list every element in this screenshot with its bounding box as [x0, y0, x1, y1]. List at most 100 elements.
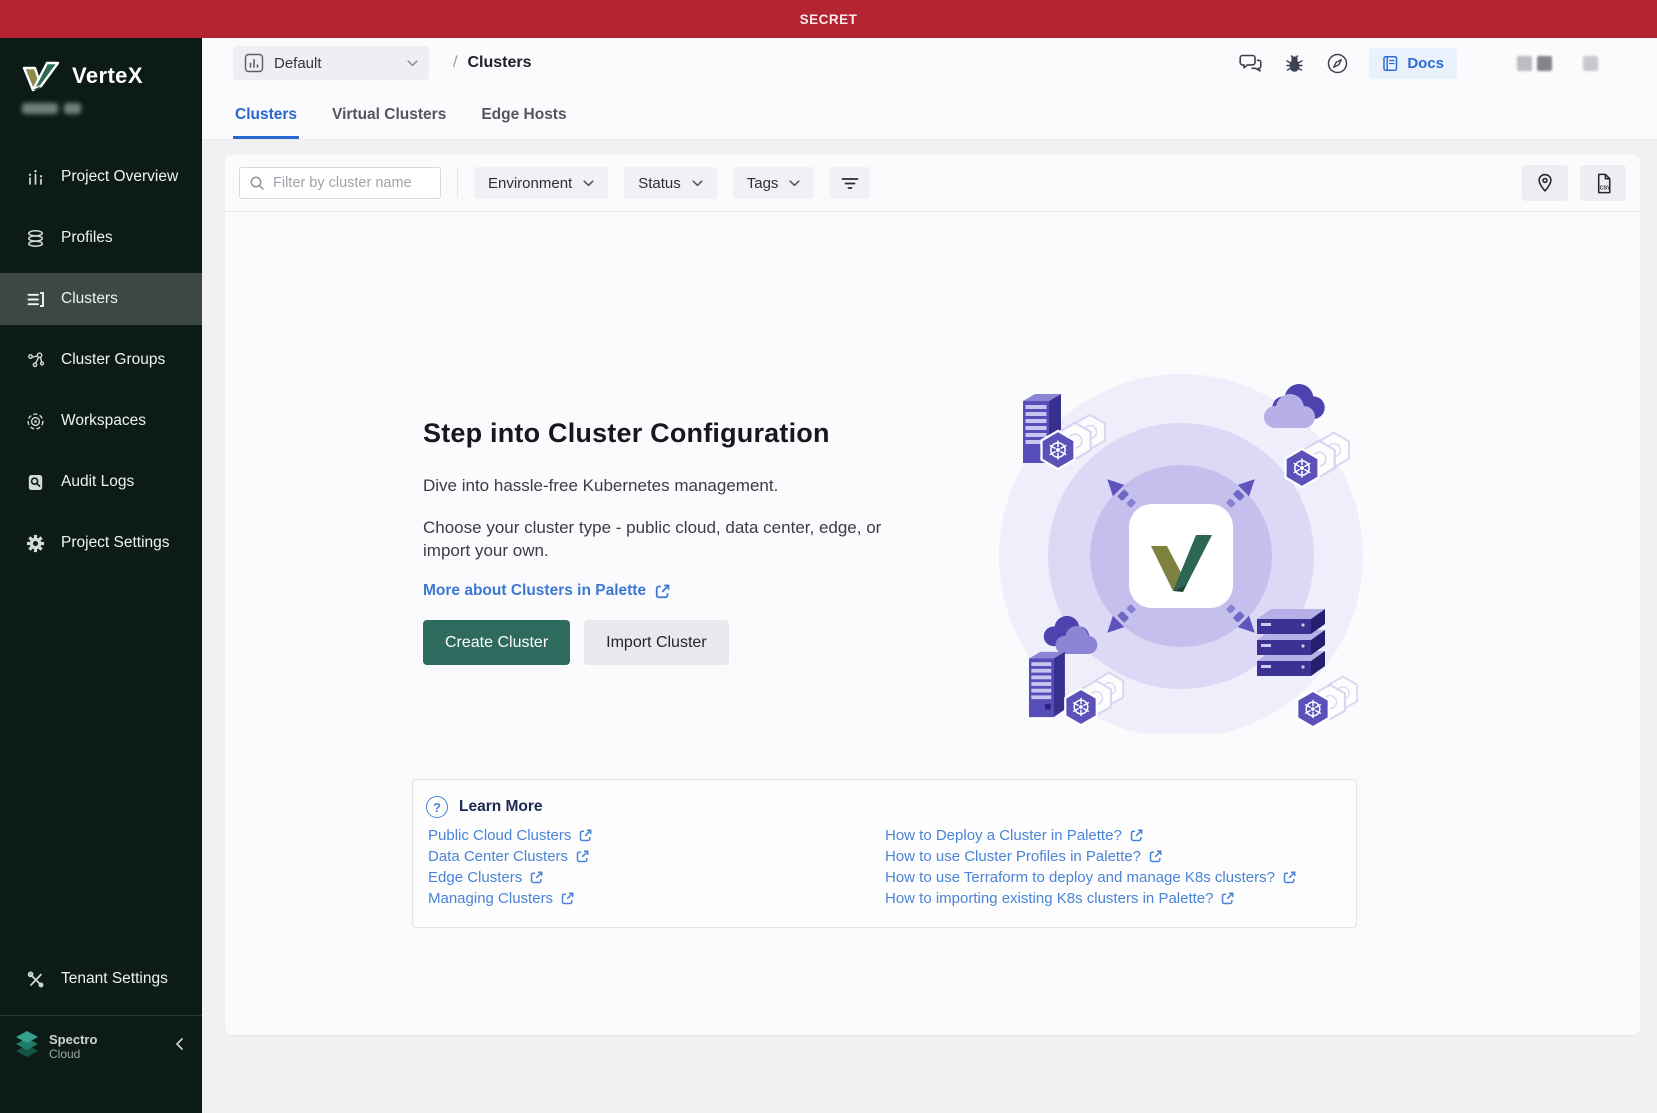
collapse-sidebar-icon[interactable]: [174, 1037, 184, 1051]
content-area: Environment Status Tags: [202, 140, 1657, 1113]
server-stack: [1257, 609, 1325, 676]
sidebar-item-label: Project Settings: [61, 534, 170, 552]
link-how-to-import-clusters[interactable]: How to importing existing K8s clusters i…: [885, 888, 1296, 909]
link-how-to-use-terraform[interactable]: How to use Terraform to deploy and manag…: [885, 867, 1296, 888]
classification-banner: SECRET: [0, 0, 1657, 38]
divider: [457, 168, 458, 198]
link-how-to-deploy-cluster[interactable]: How to Deploy a Cluster in Palette?: [885, 825, 1296, 846]
learn-more-title: Learn More: [459, 798, 543, 816]
top-header: Default / Clusters: [202, 38, 1657, 88]
environment-filter-dropdown[interactable]: Environment: [474, 167, 608, 199]
external-link-icon: [576, 850, 589, 863]
tools-icon: [26, 970, 45, 989]
clusters-panel: Environment Status Tags: [225, 155, 1640, 1035]
create-cluster-button[interactable]: Create Cluster: [423, 620, 570, 665]
tab-clusters[interactable]: Clusters: [233, 106, 299, 139]
more-filters-button[interactable]: [830, 167, 870, 199]
csv-file-icon: CSV: [1592, 172, 1615, 195]
tab-virtual-clusters[interactable]: Virtual Clusters: [330, 106, 448, 139]
redacted-version-badge: [22, 103, 202, 114]
link-managing-clusters[interactable]: Managing Clusters: [428, 888, 885, 909]
redacted-control: [1517, 56, 1532, 71]
sidebar-nav: Project Overview Profiles Clusters: [0, 151, 202, 578]
filter-bar: Environment Status Tags: [225, 155, 1640, 212]
cluster-illustration: [933, 353, 1373, 733]
sidebar-footer: Spectro Cloud: [0, 1015, 202, 1113]
sidebar-item-label: Project Overview: [61, 168, 178, 186]
external-link-icon: [1283, 871, 1296, 884]
link-public-cloud-clusters[interactable]: Public Cloud Clusters: [428, 825, 885, 846]
tags-filter-label: Tags: [747, 175, 779, 192]
redacted-controls: [1517, 56, 1598, 71]
breadcrumb-current: Clusters: [467, 54, 531, 72]
cluster-search[interactable]: [239, 167, 441, 199]
bug-report-icon[interactable]: [1283, 52, 1306, 75]
environment-filter-label: Environment: [488, 175, 572, 192]
cluster-tabs: Clusters Virtual Clusters Edge Hosts: [202, 88, 1657, 140]
sidebar-item-label: Clusters: [61, 290, 118, 308]
orbit-icon: [26, 412, 45, 431]
clusters-icon: [26, 290, 45, 309]
filter-lines-icon: [840, 173, 860, 193]
more-about-clusters-label: More about Clusters in Palette: [423, 582, 646, 600]
map-pin-icon: [1534, 172, 1556, 194]
external-link-icon: [655, 584, 670, 599]
sidebar-item-label: Tenant Settings: [61, 970, 168, 988]
classification-label: SECRET: [800, 12, 858, 27]
import-cluster-button[interactable]: Import Cluster: [584, 620, 728, 665]
link-edge-clusters[interactable]: Edge Clusters: [428, 867, 885, 888]
redacted-control: [1537, 56, 1552, 71]
docs-button[interactable]: Docs: [1369, 48, 1457, 79]
external-link-icon: [530, 871, 543, 884]
feedback-chat-icon[interactable]: [1238, 52, 1263, 75]
cluster-search-input[interactable]: [273, 175, 431, 191]
main-area: Default / Clusters: [202, 38, 1657, 1113]
sidebar-item-cluster-groups[interactable]: Cluster Groups: [0, 334, 202, 386]
link-how-to-use-cluster-profiles[interactable]: How to use Cluster Profiles in Palette?: [885, 846, 1296, 867]
footer-brand-line2: Cloud: [49, 1048, 97, 1062]
project-icon: [244, 53, 264, 73]
external-link-icon: [1130, 829, 1143, 842]
breadcrumb-separator: /: [453, 54, 457, 72]
status-filter-dropdown[interactable]: Status: [624, 167, 717, 199]
more-about-clusters-link[interactable]: More about Clusters in Palette: [423, 582, 670, 600]
gear-icon: [26, 534, 45, 553]
sidebar-item-profiles[interactable]: Profiles: [0, 212, 202, 264]
empty-state-subtitle: Dive into hassle-free Kubernetes managem…: [423, 476, 778, 496]
brand-name: VerteX: [72, 63, 143, 89]
empty-state-title: Step into Cluster Configuration: [423, 418, 830, 449]
sidebar-item-workspaces[interactable]: Workspaces: [0, 395, 202, 447]
footer-brand-line1: Spectro: [49, 1033, 97, 1048]
tab-edge-hosts[interactable]: Edge Hosts: [479, 106, 568, 139]
project-selector-value: Default: [274, 55, 322, 72]
brand: VerteX: [0, 38, 202, 92]
link-data-center-clusters[interactable]: Data Center Clusters: [428, 846, 885, 867]
map-view-button[interactable]: [1522, 165, 1568, 201]
sidebar-item-clusters[interactable]: Clusters: [0, 273, 202, 325]
export-csv-button[interactable]: CSV: [1580, 165, 1626, 201]
bar-chart-icon: [26, 168, 45, 187]
sidebar-item-project-settings[interactable]: Project Settings: [0, 517, 202, 569]
learn-more-card: ? Learn More Public Cloud Clusters Data …: [412, 779, 1357, 928]
status-filter-label: Status: [638, 175, 681, 192]
sidebar-item-tenant-settings[interactable]: Tenant Settings: [0, 953, 202, 1005]
sidebar-item-label: Workspaces: [61, 412, 146, 430]
external-link-icon: [579, 829, 592, 842]
svg-text:CSV: CSV: [1599, 185, 1610, 191]
external-link-icon: [1221, 892, 1234, 905]
project-selector[interactable]: Default: [233, 46, 429, 80]
external-link-icon: [1149, 850, 1162, 863]
sidebar-item-project-overview[interactable]: Project Overview: [0, 151, 202, 203]
empty-state-description: Choose your cluster type - public cloud,…: [423, 516, 898, 562]
sidebar-item-label: Profiles: [61, 229, 113, 247]
tags-filter-dropdown[interactable]: Tags: [733, 167, 815, 199]
sidebar-item-label: Audit Logs: [61, 473, 134, 491]
vertex-logo-icon: [20, 60, 62, 92]
help-icon: ?: [426, 796, 448, 818]
node-graph-icon: [26, 351, 45, 370]
search-icon: [249, 175, 265, 191]
sidebar: VerteX Project Overview Profil: [0, 38, 202, 1113]
explore-compass-icon[interactable]: [1326, 52, 1349, 75]
external-link-icon: [561, 892, 574, 905]
sidebar-item-audit-logs[interactable]: Audit Logs: [0, 456, 202, 508]
